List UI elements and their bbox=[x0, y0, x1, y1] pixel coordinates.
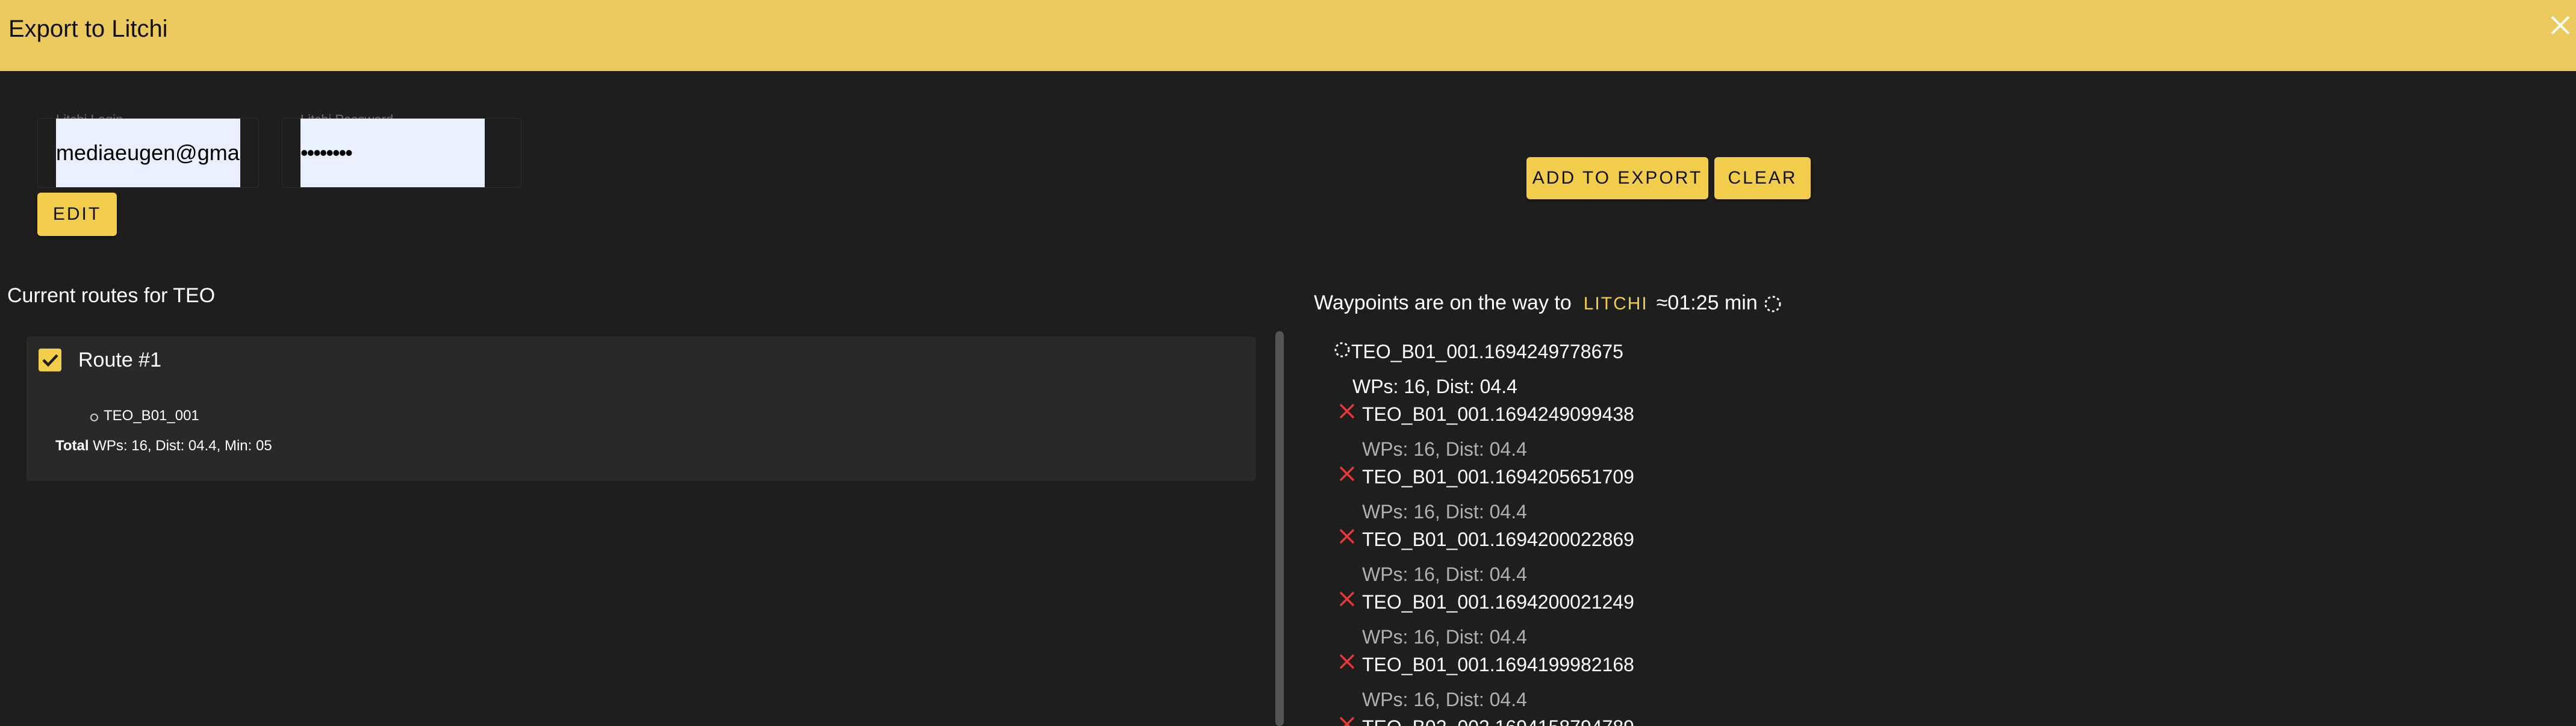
route-total: Total WPs: 16, Dist: 04.4, Min: 05 bbox=[55, 438, 272, 455]
export-eta: ≈01:25 min bbox=[1656, 291, 1758, 314]
remove-icon[interactable] bbox=[1338, 716, 1356, 726]
export-status-text: Waypoints are on the way to bbox=[1314, 291, 1572, 314]
route-waypoint: TEO_B01_001 bbox=[104, 408, 199, 424]
clear-button[interactable]: CLEAR bbox=[1714, 157, 1811, 199]
litchi-link[interactable]: LITCHI bbox=[1584, 294, 1648, 314]
password-input[interactable] bbox=[300, 119, 485, 187]
login-input[interactable] bbox=[56, 119, 240, 187]
waypoint-stats: WPs: 16, Dist: 04.4 bbox=[1362, 501, 1527, 523]
waypoint-name: TEO_B02_002.1694158794789 bbox=[1362, 716, 1634, 726]
remove-icon[interactable] bbox=[1338, 590, 1356, 608]
waypoint-name: TEO_B01_001.1694205651709 bbox=[1362, 466, 1634, 488]
waypoint-name: TEO_B01_001.1694199982168 bbox=[1362, 654, 1634, 675]
waypoint-name: TEO_B01_001.1694249778675 bbox=[1351, 341, 1623, 362]
dialog-header: Export to Litchi bbox=[0, 0, 2576, 71]
close-icon[interactable] bbox=[2546, 11, 2575, 40]
panel-scrollbar[interactable] bbox=[1275, 331, 1284, 726]
waypoint-name: TEO_B01_001.1694200022869 bbox=[1362, 529, 1634, 550]
spinner-icon bbox=[1764, 296, 1781, 312]
waypoint-stats: WPs: 16, Dist: 04.4 bbox=[1352, 376, 1517, 397]
routes-title: Current routes for TEO bbox=[7, 284, 216, 307]
export-status: Waypoints are on the way to LITCHI ≈01:25 … bbox=[1314, 291, 1782, 315]
waypoint-name: TEO_B01_001.1694249099438 bbox=[1362, 403, 1634, 425]
waypoint-name: TEO_B01_001.1694200021249 bbox=[1362, 591, 1634, 613]
remove-icon[interactable] bbox=[1338, 653, 1356, 671]
remove-icon[interactable] bbox=[1338, 527, 1356, 545]
edit-button[interactable]: EDIT bbox=[37, 193, 117, 236]
route-name: Route #1 bbox=[78, 349, 161, 371]
remove-icon[interactable] bbox=[1338, 465, 1356, 483]
route-total-label: Total bbox=[55, 438, 89, 454]
bullet-icon bbox=[90, 414, 98, 421]
waypoint-stats: WPs: 16, Dist: 04.4 bbox=[1362, 438, 1527, 460]
waypoint-stats: WPs: 16, Dist: 04.4 bbox=[1362, 689, 1527, 710]
route-total-value: WPs: 16, Dist: 04.4, Min: 05 bbox=[93, 438, 272, 454]
route-checkbox[interactable] bbox=[39, 349, 61, 371]
spinner-icon bbox=[1334, 342, 1350, 358]
password-field-wrapper: Litchi Password bbox=[282, 113, 521, 188]
remove-icon[interactable] bbox=[1338, 402, 1356, 420]
route-card: Route #1 TEO_B01_001 Total WPs: 16, Dist… bbox=[26, 337, 1256, 481]
login-field-wrapper: Litchi Login bbox=[37, 113, 259, 188]
waypoint-stats: WPs: 16, Dist: 04.4 bbox=[1362, 626, 1527, 648]
check-icon bbox=[42, 354, 58, 367]
waypoint-item: TEO_B02_002.1694158794789 bbox=[1332, 716, 1814, 726]
add-to-export-button[interactable]: ADD TO EXPORT bbox=[1526, 157, 1708, 199]
waypoint-stats: WPs: 16, Dist: 04.4 bbox=[1362, 563, 1527, 585]
dialog-title: Export to Litchi bbox=[8, 16, 168, 42]
